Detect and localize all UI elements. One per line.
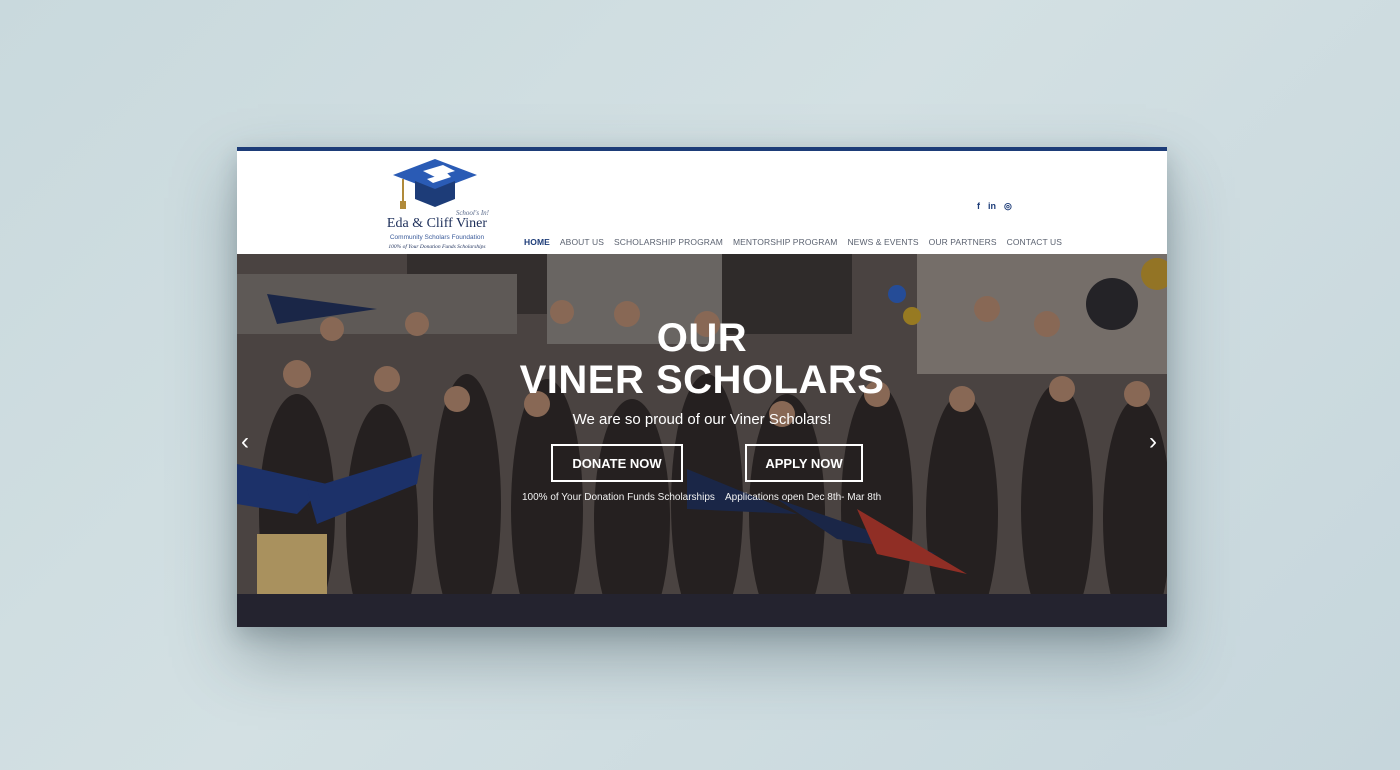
- facebook-icon[interactable]: f: [977, 201, 980, 211]
- nav-about-us[interactable]: ABOUT US: [560, 237, 604, 247]
- logo-fund-note: 100% of Your Donation Funds Scholarships: [388, 244, 486, 250]
- site-logo[interactable]: School's In! Eda & Cliff Viner Community…: [377, 155, 497, 253]
- apply-caption: Applications open Dec 8th- Mar 8th: [725, 492, 882, 503]
- nav-scholarship-program[interactable]: SCHOLARSHIP PROGRAM: [614, 237, 723, 247]
- donate-now-button[interactable]: DONATE NOW: [551, 444, 683, 482]
- site-header: School's In! Eda & Cliff Viner Community…: [237, 151, 1167, 254]
- instagram-icon[interactable]: ◎: [1004, 201, 1012, 211]
- linkedin-icon[interactable]: in: [988, 201, 996, 211]
- apply-now-button[interactable]: APPLY NOW: [745, 444, 863, 482]
- graduation-cap-icon: [393, 159, 477, 209]
- logo-subtitle: Community Scholars Foundation: [389, 234, 485, 241]
- hero-slider: OUR VINER SCHOLARS We are so proud of ou…: [237, 254, 1167, 627]
- nav-our-partners[interactable]: OUR PARTNERS: [929, 237, 997, 247]
- hero-title-line1: OUR: [656, 316, 748, 360]
- nav-mentorship-program[interactable]: MENTORSHIP PROGRAM: [733, 237, 837, 247]
- hero-subtitle: We are so proud of our Viner Scholars!: [572, 411, 832, 428]
- slider-prev-arrow-icon[interactable]: ‹: [241, 430, 249, 454]
- social-links: f in ◎: [977, 201, 1012, 211]
- logo-name: Eda & Cliff Viner: [386, 216, 488, 231]
- donate-caption: 100% of Your Donation Funds Scholarships: [522, 492, 715, 503]
- nav-news-events[interactable]: NEWS & EVENTS: [847, 237, 918, 247]
- hero-overlay: [237, 254, 1167, 627]
- website-frame: School's In! Eda & Cliff Viner Community…: [237, 147, 1167, 627]
- slider-next-arrow-icon[interactable]: ›: [1149, 430, 1157, 454]
- nav-contact-us[interactable]: CONTACT US: [1007, 237, 1062, 247]
- main-nav: HOME ABOUT US SCHOLARSHIP PROGRAM MENTOR…: [524, 237, 1062, 247]
- hero-title-line2: VINER SCHOLARS: [519, 358, 885, 402]
- nav-home[interactable]: HOME: [524, 237, 550, 247]
